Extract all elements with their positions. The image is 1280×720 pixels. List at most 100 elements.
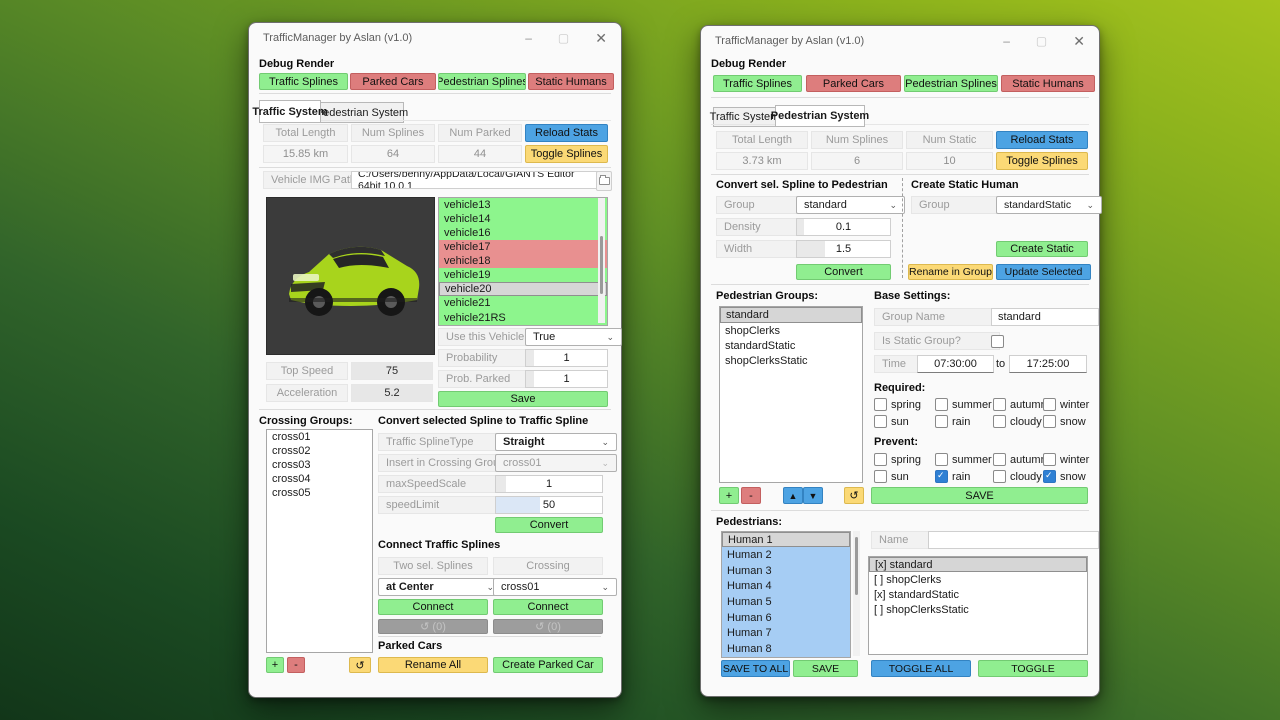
minimize-button[interactable]: –	[525, 31, 532, 45]
vehicle-list-scrollbar[interactable]	[598, 198, 605, 323]
parked-cars-toggle-button[interactable]: Parked Cars	[806, 75, 901, 92]
list-item[interactable]: cross05	[267, 486, 372, 500]
add-crossing-group-button[interactable]: +	[266, 657, 284, 673]
time-to-input[interactable]: 17:25:00	[1009, 355, 1087, 373]
list-item[interactable]: [ ] shopClerksStatic	[869, 602, 1087, 617]
static-humans-toggle-button[interactable]: Static Humans	[1001, 75, 1095, 92]
save-pedestrian-button[interactable]: SAVE	[793, 660, 858, 677]
maximize-button[interactable]: ▢	[1036, 34, 1047, 48]
scrollbar-thumb[interactable]	[600, 236, 603, 294]
remove-group-button[interactable]: -	[741, 487, 761, 504]
required-winter-checkbox[interactable]	[1043, 398, 1056, 411]
move-up-button[interactable]: ▲	[783, 487, 803, 504]
toggle-splines-button[interactable]: Toggle Splines	[525, 145, 608, 163]
refresh-groups-button[interactable]: ↺	[844, 487, 864, 504]
toggle-all-button[interactable]: TOGGLE ALL	[871, 660, 971, 677]
list-item[interactable]: Human 2	[722, 547, 850, 563]
traffic-splines-toggle-button[interactable]: Traffic Splines	[259, 73, 348, 90]
list-item[interactable]: Human 3	[722, 563, 850, 579]
list-item[interactable]: vehicle17	[439, 240, 607, 254]
save-to-all-button[interactable]: SAVE TO ALL	[721, 660, 790, 677]
rename-in-group-button[interactable]: Rename in Group	[908, 264, 993, 280]
static-humans-toggle-button[interactable]: Static Humans	[528, 73, 614, 90]
list-item[interactable]: vehicle21	[439, 296, 607, 310]
save-vehicle-button[interactable]: Save	[438, 391, 608, 407]
group-name-input[interactable]: standard	[991, 308, 1099, 326]
list-item[interactable]: shopClerks	[720, 323, 862, 338]
maximize-button[interactable]: ▢	[558, 31, 569, 45]
density-input[interactable]: 0.1	[796, 218, 891, 236]
list-item-selected[interactable]: vehicle20	[439, 282, 607, 296]
update-selected-button[interactable]: Update Selected	[996, 264, 1091, 280]
use-vehicle-select[interactable]: True ⌄	[525, 328, 622, 346]
browse-folder-button[interactable]	[596, 171, 612, 191]
list-item[interactable]: Human 6	[722, 610, 850, 626]
list-item[interactable]: vehicle21RS	[439, 310, 607, 325]
list-item[interactable]: vehicle19	[439, 268, 607, 282]
list-item[interactable]: vehicle13	[439, 198, 607, 212]
vehicle-list[interactable]: vehicle13 vehicle14 vehicle16 vehicle17 …	[438, 197, 608, 326]
prob-parked-input[interactable]: 1	[525, 370, 608, 388]
speed-limit-input[interactable]: 50	[495, 496, 603, 514]
prevent-cloudy-checkbox[interactable]	[993, 470, 1006, 483]
prevent-autumn-checkbox[interactable]	[993, 453, 1006, 466]
name-input[interactable]	[928, 531, 1099, 549]
tab-traffic-system[interactable]: Traffic System	[259, 100, 321, 123]
close-button[interactable]: ✕	[1073, 33, 1085, 50]
required-sun-checkbox[interactable]	[874, 415, 887, 428]
list-item[interactable]: Human 8	[722, 641, 850, 657]
time-from-input[interactable]: 07:30:00	[917, 355, 994, 373]
pedestrian-groups-list[interactable]: standard shopClerks standardStatic shopC…	[719, 306, 863, 483]
list-item[interactable]: vehicle16	[439, 226, 607, 240]
vehicle-img-path-input[interactable]: C:/Users/benny/AppData/Local/GIANTS Edit…	[351, 171, 605, 189]
refresh-crossing-groups-button[interactable]: ↺	[349, 657, 371, 673]
toggle-button[interactable]: TOGGLE	[978, 660, 1088, 677]
prevent-summer-checkbox[interactable]	[935, 453, 948, 466]
is-static-group-checkbox[interactable]	[991, 335, 1004, 348]
membership-list[interactable]: [x] standard [ ] shopClerks [x] standard…	[868, 556, 1088, 655]
probability-input[interactable]: 1	[525, 349, 608, 367]
create-parked-car-button[interactable]: Create Parked Car	[493, 657, 603, 673]
list-item[interactable]: [ ] shopClerks	[869, 572, 1087, 587]
crossing-groups-list[interactable]: cross01 cross02 cross03 cross04 cross05	[266, 429, 373, 653]
reload-stats-button[interactable]: Reload Stats	[996, 131, 1088, 149]
max-speed-scale-input[interactable]: 1	[495, 475, 603, 493]
connect-splines-button[interactable]: Connect	[378, 599, 488, 615]
pedestrians-list[interactable]: Human 1 Human 2 Human 3 Human 4 Human 5 …	[721, 531, 851, 658]
required-cloudy-checkbox[interactable]	[993, 415, 1006, 428]
move-down-button[interactable]: ▼	[803, 487, 823, 504]
close-button[interactable]: ✕	[595, 30, 607, 47]
connect-mode-select[interactable]: at Center ⌄	[378, 578, 502, 596]
required-spring-checkbox[interactable]	[874, 398, 887, 411]
convert-pedestrian-button[interactable]: Convert	[796, 264, 891, 280]
prevent-sun-checkbox[interactable]	[874, 470, 887, 483]
list-item[interactable]: cross03	[267, 458, 372, 472]
convert-spline-button[interactable]: Convert	[495, 517, 603, 533]
required-rain-checkbox[interactable]	[935, 415, 948, 428]
required-autumn-checkbox[interactable]	[993, 398, 1006, 411]
prevent-snow-checkbox[interactable]	[1043, 470, 1056, 483]
list-item[interactable]: cross04	[267, 472, 372, 486]
list-item[interactable]: vehicle14	[439, 212, 607, 226]
required-summer-checkbox[interactable]	[935, 398, 948, 411]
scrollbar-thumb[interactable]	[855, 537, 858, 595]
pedestrians-scrollbar[interactable]	[853, 531, 860, 656]
minimize-button[interactable]: –	[1003, 34, 1010, 48]
undo-connect-crossing-button[interactable]: ↺ (0)	[493, 619, 603, 634]
pedestrian-splines-toggle-button[interactable]: Pedestrian Splines	[904, 75, 998, 92]
parked-cars-toggle-button[interactable]: Parked Cars	[350, 73, 436, 90]
undo-connect-button[interactable]: ↺ (0)	[378, 619, 488, 634]
width-input[interactable]: 1.5	[796, 240, 891, 258]
list-item-selected[interactable]: standard	[720, 307, 862, 323]
pedestrian-splines-toggle-button[interactable]: Pedestrian Splines	[438, 73, 526, 90]
required-snow-checkbox[interactable]	[1043, 415, 1056, 428]
connect-crossing-select[interactable]: cross01 ⌄	[493, 578, 617, 596]
tab-pedestrian-system[interactable]: Pedestrian System	[775, 105, 865, 127]
traffic-splines-toggle-button[interactable]: Traffic Splines	[713, 75, 802, 92]
list-item[interactable]: Human 5	[722, 594, 850, 610]
list-item-selected[interactable]: Human 1	[722, 532, 850, 547]
list-item[interactable]: standardStatic	[720, 338, 862, 353]
remove-crossing-group-button[interactable]: -	[287, 657, 305, 673]
insert-crossing-select[interactable]: cross01 ⌄	[495, 454, 617, 472]
list-item-selected[interactable]: [x] standard	[869, 557, 1087, 572]
